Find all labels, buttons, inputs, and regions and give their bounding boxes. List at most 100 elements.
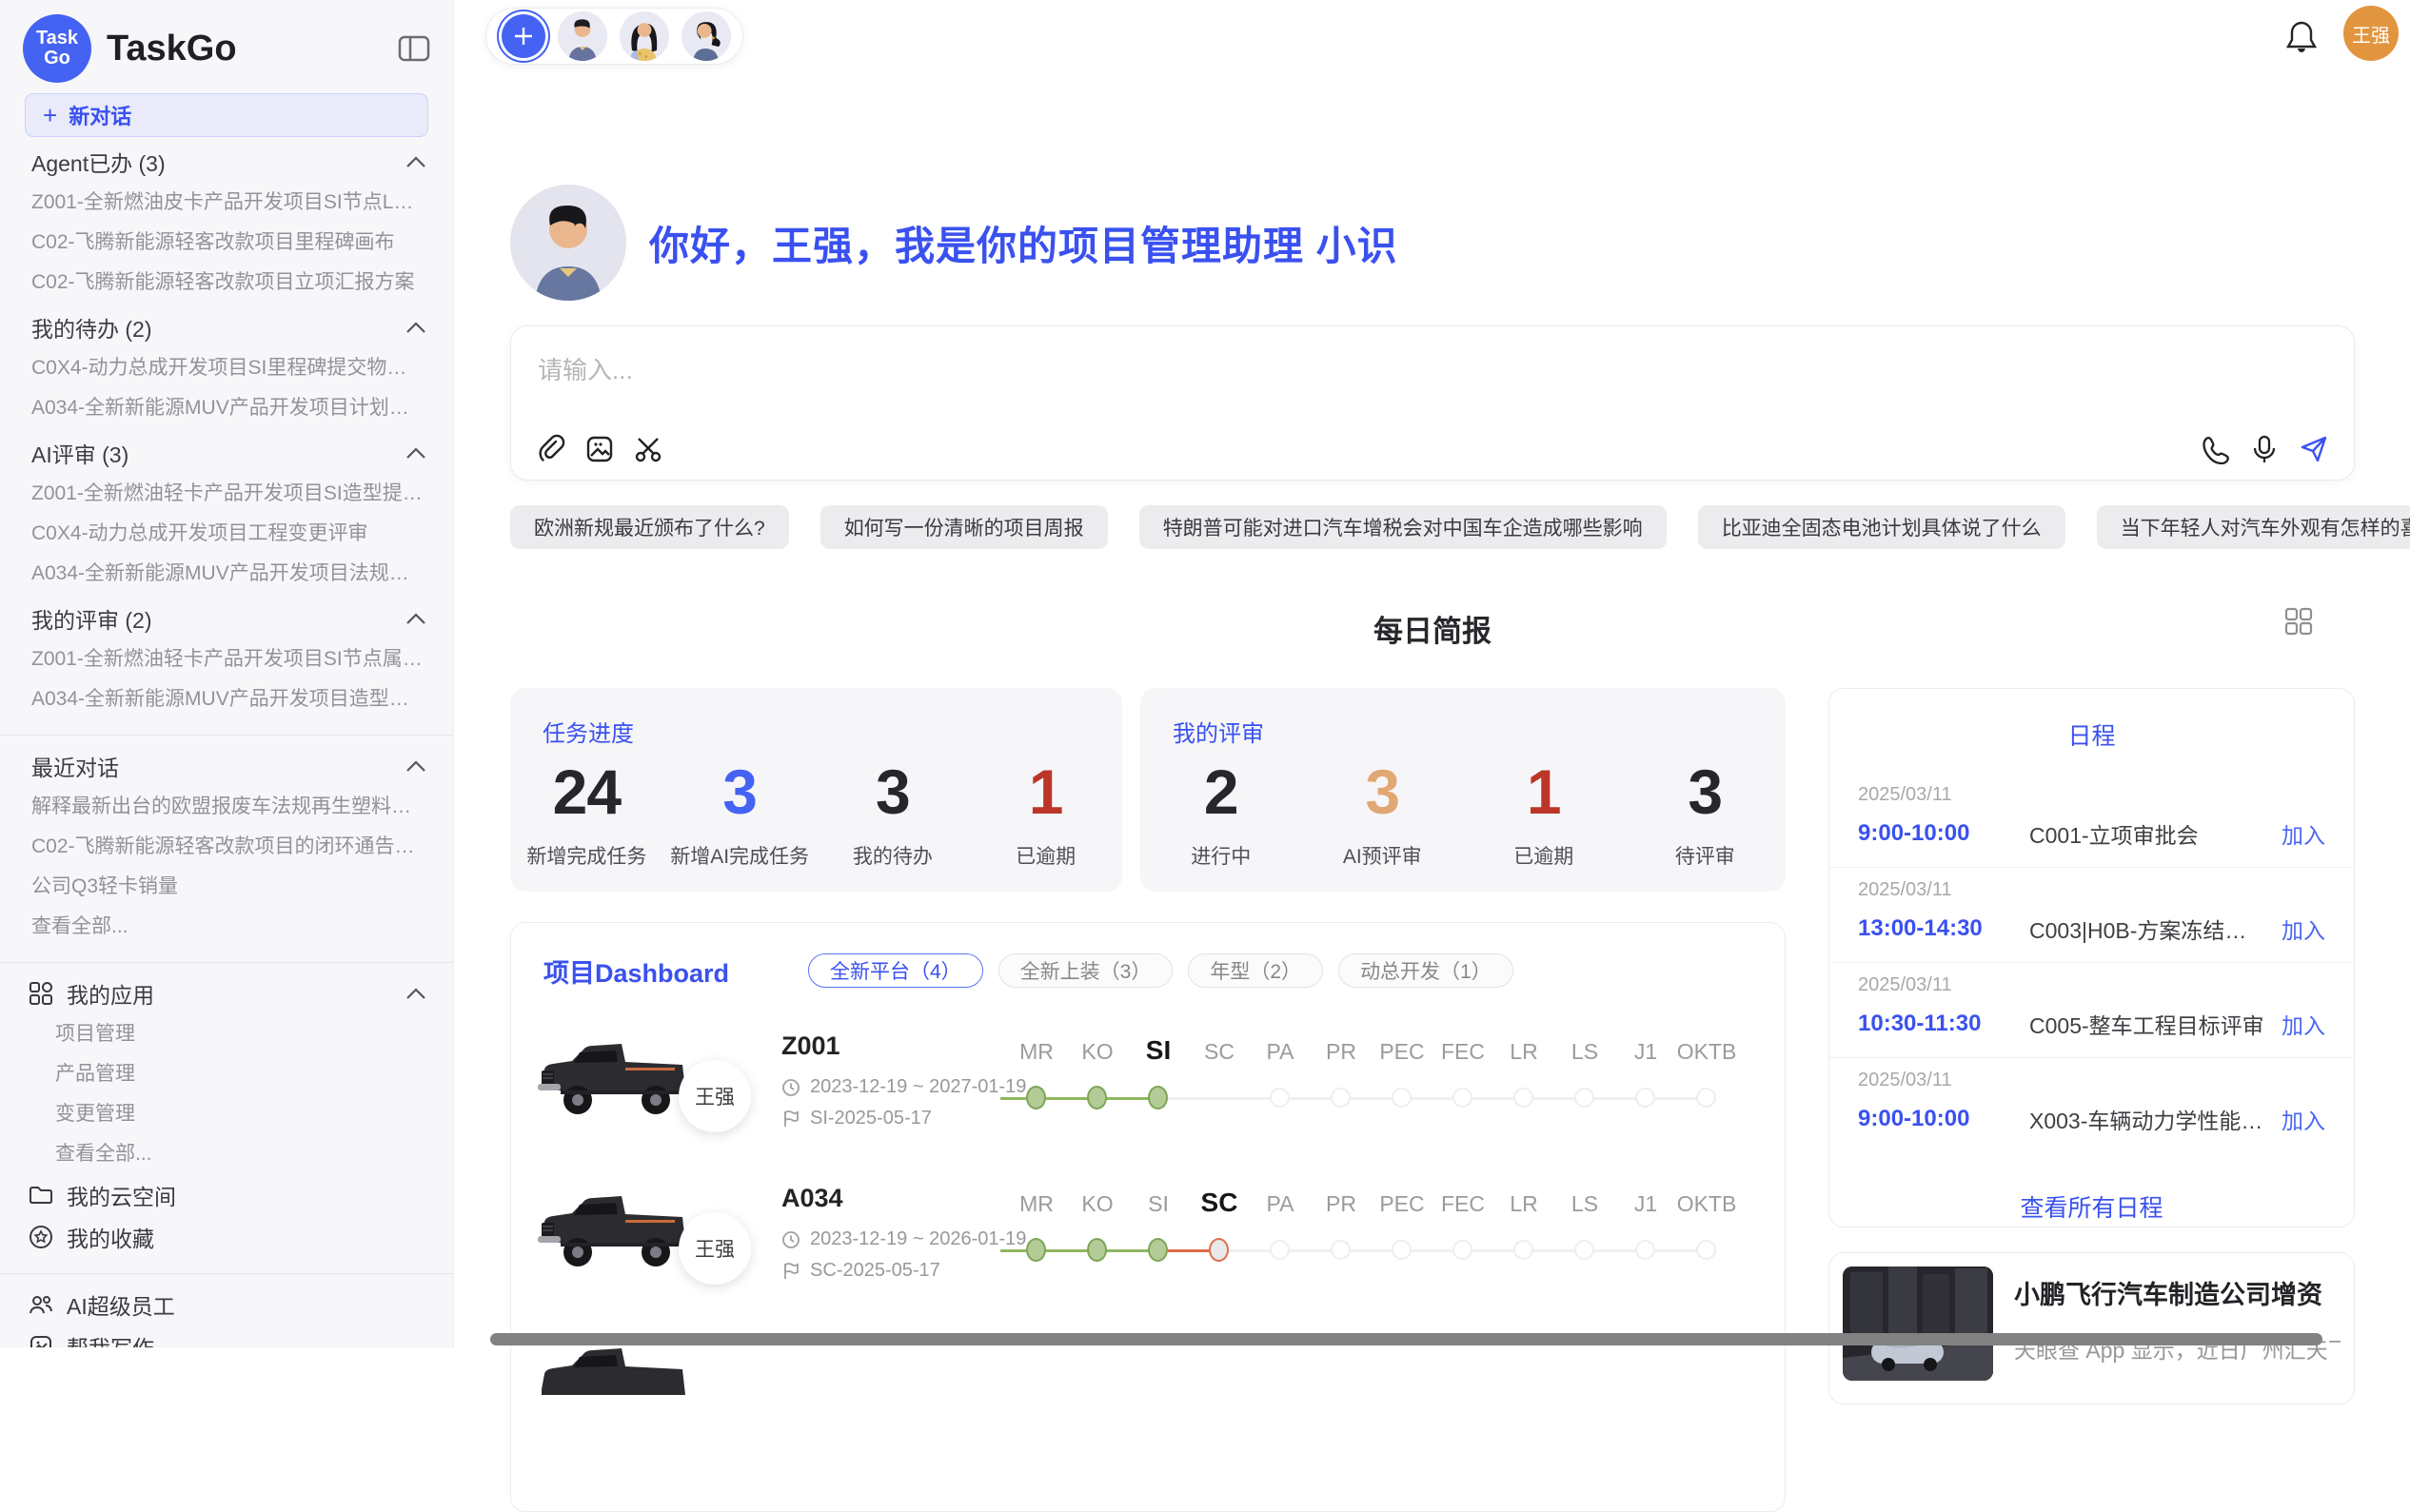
chevron-up-icon[interactable] (405, 446, 426, 460)
project-dates: 2023-12-19 ~ 2026-01-19 (781, 1228, 1026, 1250)
stat: 3 新增AI完成任务 (663, 756, 817, 870)
section-label: Agent已办 (3) (31, 146, 166, 178)
project-name: Z001 (781, 1031, 1026, 1061)
sidebar-app-item[interactable]: 项目管理 (0, 1014, 453, 1054)
join-link[interactable]: 加入 (2282, 913, 2325, 945)
daily-brief-title: 每日简报 (1373, 615, 1491, 648)
sidebar-item-cloud-space[interactable]: 我的云空间 (0, 1174, 453, 1216)
sidebar-conversation-item[interactable]: A034-全新新能源MUV产品开发项目计划变更表编写 (0, 388, 453, 428)
sidebar-conversation-item[interactable]: C02-飞腾新能源轻客改款项目立项汇报方案 (0, 263, 453, 303)
project-row[interactable]: 王强 Z001 2023-12-19 ~ 2027-01-19 SI-2025-… (511, 1018, 1785, 1170)
layout-grid-icon[interactable] (2284, 607, 2313, 636)
attachment-icon[interactable] (536, 434, 566, 464)
schedule-item: 2025/03/11 9:00-10:00 X003-车辆动力学性能验... 加… (1829, 1058, 2354, 1153)
task-progress-card: 任务进度 24 新增完成任务 3 新增AI完成任务 3 我的待办 (510, 688, 1122, 892)
suggestion-chip[interactable]: 比亚迪全固态电池计划具体说了什么 (1698, 505, 2065, 549)
image-upload-icon[interactable] (584, 434, 615, 464)
user-avatar[interactable]: 王强 (2343, 6, 2399, 61)
suggestion-chip[interactable]: 当下年轻人对汽车外观有怎样的喜好趋势 (2097, 505, 2410, 549)
sidebar-conversation-item[interactable]: Z001-全新燃油皮卡产品开发项目SI节点Lesson Learn报告 (0, 183, 453, 223)
logo-row: Task Go TaskGo (0, 0, 453, 84)
dashboard-tab[interactable]: 动总开发（1） (1338, 953, 1513, 988)
chevron-up-icon[interactable] (405, 987, 426, 1000)
assistant-avatar-2[interactable] (620, 11, 669, 61)
voice-call-icon[interactable] (2200, 434, 2230, 464)
section-header-my-todo[interactable]: 我的待办 (2) (0, 306, 453, 348)
stat-label: 已逾期 (1463, 841, 1625, 870)
dashboard-tab[interactable]: 全新平台（4） (808, 953, 983, 988)
join-link[interactable]: 加入 (2282, 1008, 2325, 1040)
assistant-avatar-3[interactable] (682, 11, 731, 61)
milestone-node (1696, 1088, 1716, 1108)
join-link[interactable]: 加入 (2282, 1103, 2325, 1135)
sidebar-conversation-item[interactable]: C0X4-动力总成开发项目SI里程碑提交物检查 (0, 348, 453, 388)
section-header-ai-review[interactable]: AI评审 (3) (0, 432, 453, 474)
milestone-label: KO (1067, 1191, 1128, 1217)
milestone-node (1392, 1088, 1412, 1108)
date-range: 2023-12-19 ~ 2026-01-19 (810, 1228, 1026, 1250)
folder-icon (29, 1183, 53, 1208)
sidebar-app-item[interactable]: 产品管理 (0, 1054, 453, 1094)
sidebar-conversation-item[interactable]: 解释最新出台的欧盟报废车法规再生塑料比例被调至15%... (0, 787, 453, 827)
date-range: 2023-12-19 ~ 2027-01-19 (810, 1076, 1026, 1098)
new-session-button[interactable] (502, 14, 545, 58)
sidebar-item-my-apps[interactable]: 我的应用 (0, 972, 453, 1014)
view-all-schedule-link[interactable]: 查看所有日程 (1829, 1189, 2354, 1224)
sidebar-conversation-item[interactable]: A034-全新新能源MUV产品开发项目法规符合性评审 (0, 554, 453, 594)
milestone-label: FEC (1432, 1191, 1493, 1217)
suggestion-chip[interactable]: 如何写一份清晰的项目周报 (820, 505, 1108, 549)
join-link[interactable]: 加入 (2282, 817, 2325, 850)
milestone-node (1209, 1238, 1229, 1262)
sidebar-conversation-item[interactable]: 查看全部... (0, 907, 453, 947)
dashboard-tab[interactable]: 全新上装（3） (998, 953, 1174, 988)
sidebar-conversation-item[interactable]: A034-全新新能源MUV产品开发项目造型可行性评审 (0, 679, 453, 719)
milestone-node (1635, 1088, 1655, 1108)
sidebar-app-item[interactable]: 查看全部... (0, 1134, 453, 1174)
section-header-my-review[interactable]: 我的评审 (2) (0, 598, 453, 639)
horizontal-scrollbar[interactable] (490, 1333, 2322, 1345)
suggestion-chip[interactable]: 特朗普可能对进口汽车增税会对中国车企造成哪些影响 (1139, 505, 1667, 549)
milestone-node (1574, 1240, 1594, 1260)
notification-bell-icon[interactable] (2284, 19, 2319, 55)
project-row[interactable]: 王强 A034 2023-12-19 ~ 2026-01-19 SC-2025-… (511, 1170, 1785, 1323)
sidebar-item-ai-super-staff[interactable]: AI超级员工 (0, 1284, 453, 1325)
stat-label: 已逾期 (969, 841, 1122, 870)
sidebar-conversation-item[interactable]: C02-飞腾新能源轻客改款项目里程碑画布 (0, 223, 453, 263)
sidebar-conversation-item[interactable]: Z001-全新燃油轻卡产品开发项目SI节点属性5D文件评审 (0, 639, 453, 679)
sidebar-item-help-me-write[interactable]: 帮我写作 (0, 1325, 453, 1347)
chevron-up-icon[interactable] (405, 612, 426, 625)
milestone-node (1148, 1086, 1168, 1109)
message-input[interactable] (511, 326, 2354, 434)
milestone-label: LS (1554, 1039, 1615, 1065)
write-doc-icon (29, 1334, 53, 1347)
screenshot-scissors-icon[interactable] (633, 434, 663, 464)
milestone-label: FEC (1432, 1039, 1493, 1065)
sidebar-conversation-item[interactable]: Z001-全新燃油轻卡产品开发项目SI造型提交物评审 (0, 474, 453, 514)
schedule-date: 2025/03/11 (1858, 1070, 2325, 1091)
sidebar-conversation-item[interactable]: 公司Q3轻卡销量 (0, 867, 453, 907)
new-chat-label: 新对话 (69, 100, 131, 130)
send-icon[interactable] (2299, 434, 2329, 464)
microphone-icon[interactable] (2249, 434, 2280, 464)
news-card[interactable]: 小鹏飞行汽车制造公司增资 天眼查 App 显示，近日广州汇天飞行汽... (1828, 1252, 2355, 1404)
dashboard-tab[interactable]: 年型（2） (1188, 953, 1323, 988)
vehicle-image (534, 1178, 696, 1279)
card-title: 我的评审 (1140, 688, 1786, 748)
sidebar-app-item[interactable]: 变更管理 (0, 1094, 453, 1134)
suggestion-chip[interactable]: 欧洲新规最近颁布了什么? (510, 505, 789, 549)
chevron-up-icon[interactable] (405, 155, 426, 168)
new-chat-button[interactable]: + 新对话 (25, 93, 428, 137)
chevron-up-icon[interactable] (405, 759, 426, 773)
assistant-avatar-1[interactable] (558, 11, 607, 61)
milestone-node (1026, 1086, 1046, 1109)
milestone-label: OKTB (1676, 1191, 1737, 1217)
sidebar-conversation-item[interactable]: C0X4-动力总成开发项目工程变更评审 (0, 514, 453, 554)
sidebar-item-favorites[interactable]: 我的收藏 (0, 1216, 453, 1258)
sidebar-collapse-icon[interactable] (398, 34, 430, 63)
section-header-recent-chats[interactable]: 最近对话 (0, 745, 453, 787)
sidebar-conversation-item[interactable]: C02-飞腾新能源轻客改款项目的闭环通告反馈情况 (0, 827, 453, 867)
news-body: 小鹏飞行汽车制造公司增资 天眼查 App 显示，近日广州汇天飞行汽... (2014, 1267, 2341, 1390)
section-header-agent-done[interactable]: Agent已办 (3) (0, 141, 453, 183)
chevron-up-icon[interactable] (405, 321, 426, 334)
stat-label: AI预评审 (1302, 841, 1464, 870)
